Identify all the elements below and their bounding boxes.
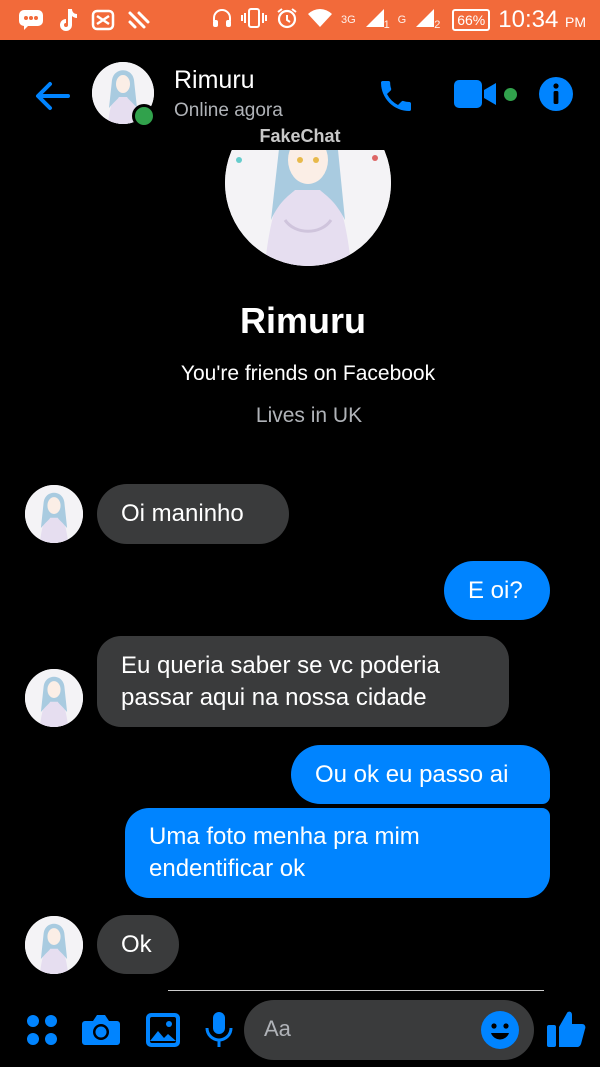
message-bubble-incoming[interactable]: Eu queria saber se vc poderia passar aqu…	[97, 636, 509, 727]
phone-icon[interactable]	[376, 76, 416, 116]
header-contact-name[interactable]: Rimuru	[174, 66, 255, 95]
video-icon[interactable]	[454, 78, 498, 110]
sim2-label: 2	[434, 18, 441, 31]
message-input-placeholder: Aa	[264, 1016, 291, 1041]
message-avatar[interactable]	[25, 485, 83, 543]
signal-sim1-icon: 1	[364, 7, 390, 34]
gallery-icon[interactable]	[143, 1008, 183, 1052]
tiktok-icon	[54, 7, 80, 33]
watermark: FakeChat	[259, 126, 341, 146]
network-g-label: G	[397, 14, 407, 26]
video-active-dot	[504, 88, 517, 101]
sim1-label: 1	[383, 18, 390, 31]
info-icon[interactable]	[538, 76, 574, 112]
clock-ampm: PM	[565, 14, 586, 30]
apps-icon[interactable]	[22, 1008, 62, 1052]
clock: 10:34 PM	[498, 6, 586, 34]
headset-icon	[211, 8, 233, 33]
profile-friends-text: You're friends on Facebook	[180, 362, 436, 385]
online-status-dot	[132, 104, 156, 128]
thumbs-up-icon[interactable]	[546, 1006, 586, 1050]
capcut-icon	[90, 7, 116, 33]
chat-notification-icon	[18, 7, 44, 33]
composer-divider	[168, 990, 544, 991]
message-avatar[interactable]	[25, 669, 83, 727]
status-bar: 3G 1 G 2 66% 10:34 PM	[0, 0, 600, 40]
message-bubble-outgoing[interactable]: E oi?	[444, 561, 550, 620]
signal-sim2-icon: 2	[414, 7, 440, 34]
wifi-icon	[307, 8, 333, 33]
network-3g-label: 3G	[340, 14, 356, 26]
message-bubble-incoming[interactable]: Ok	[97, 915, 179, 974]
message-avatar[interactable]	[25, 916, 83, 974]
message-bubble-outgoing[interactable]: Uma foto menha pra mim endentificar ok	[125, 808, 550, 898]
header-avatar[interactable]	[92, 62, 156, 128]
message-bubble-incoming[interactable]: Oi maninho	[97, 484, 289, 544]
microphone-icon[interactable]	[199, 1008, 239, 1052]
message-bubble-outgoing[interactable]: Ou ok eu passo ai	[291, 745, 550, 804]
clock-time: 10:34	[498, 6, 559, 33]
camera-icon[interactable]	[81, 1008, 121, 1052]
emoji-icon[interactable]	[480, 1010, 520, 1050]
shuffle-app-icon	[126, 7, 152, 33]
message-input[interactable]: Aa	[244, 1000, 534, 1060]
profile-lives-text: Lives in UK	[255, 404, 363, 427]
back-arrow-icon[interactable]	[32, 76, 72, 116]
profile-name: Rimuru	[240, 300, 366, 341]
header-contact-status: Online agora	[174, 100, 283, 121]
vibrate-icon	[240, 7, 267, 34]
alarm-icon	[275, 6, 299, 35]
battery-indicator: 66%	[452, 9, 491, 31]
